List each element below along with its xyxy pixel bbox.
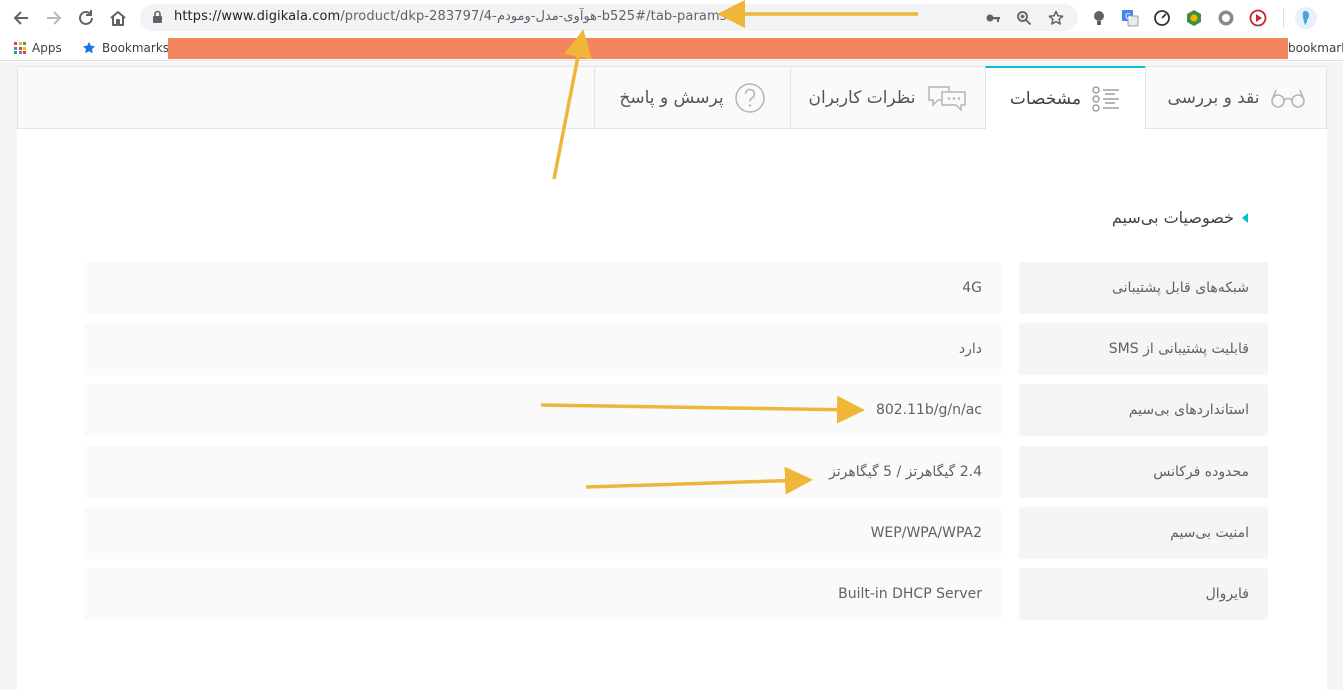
spec-value: 4G: [84, 262, 1001, 314]
bookmark-bookmarks[interactable]: Bookmarks: [82, 41, 169, 55]
tab-review-label: نقد و بررسی: [1167, 88, 1260, 108]
tab-comments[interactable]: نظرات کاربران: [790, 67, 985, 129]
section-marker-icon: [1242, 212, 1248, 223]
spec-row: فایروال Built-in DHCP Server: [84, 568, 1268, 620]
spec-label: فایروال: [1019, 568, 1268, 620]
section-title-text: خصوصیات بی‌سیم: [1111, 208, 1234, 227]
extension-globe-icon[interactable]: [1185, 9, 1203, 27]
spec-row: شبکه‌های قابل پشتیبانی 4G: [84, 262, 1268, 314]
svg-text:G: G: [1125, 12, 1131, 21]
question-icon: [734, 83, 765, 113]
lock-icon: [153, 10, 162, 23]
extension-translate-icon[interactable]: G: [1121, 9, 1139, 27]
extension-play-icon[interactable]: [1249, 9, 1267, 27]
bookmark-apps-label: Apps: [32, 41, 62, 55]
profile-avatar[interactable]: [1295, 7, 1317, 29]
spec-label: شبکه‌های قابل پشتیبانی: [1019, 262, 1268, 314]
spec-row: استانداردهای بی‌سیم 802.11b/g/n/ac: [84, 384, 1268, 436]
back-button[interactable]: [10, 7, 32, 29]
tab-questions-label: پرسش و پاسخ: [619, 88, 724, 108]
browser-toolbar: https://www.digikala.com/product/dkp-283…: [0, 0, 1343, 36]
spec-row: محدوده فرکانس 2.4 گیگاهرتز / 5 گیگاهرتز: [84, 446, 1268, 498]
bookmark-apps[interactable]: Apps: [14, 41, 62, 55]
bookmark-bookmarks-label: Bookmarks: [102, 41, 170, 55]
extension-gauge-icon[interactable]: [1153, 9, 1171, 27]
tab-review[interactable]: نقد و بررسی: [1145, 67, 1327, 129]
spec-value: دارد: [84, 323, 1001, 375]
reload-button[interactable]: [75, 7, 97, 29]
extension-circle-icon[interactable]: [1217, 9, 1235, 27]
glasses-icon: [1270, 89, 1305, 108]
star-icon[interactable]: [1048, 10, 1064, 26]
spec-row: امنیت بی‌سیم WEP/WPA/WPA2: [84, 507, 1268, 559]
spec-value: 802.11b/g/n/ac: [84, 384, 1001, 436]
key-icon[interactable]: [985, 10, 1001, 26]
apps-icon: [14, 42, 26, 54]
other-bookmarks-label: bookmarks: [1288, 41, 1343, 55]
spec-value: WEP/WPA/WPA2: [84, 507, 1001, 559]
forward-icon: [47, 11, 62, 25]
url-host: https://www.digikala.com: [174, 9, 341, 24]
spec-label: قابلیت پشتیبانی از SMS: [1019, 323, 1268, 375]
bookmarks-bar: Apps Bookmarks bookmarks: [0, 36, 1343, 61]
home-icon: [110, 11, 126, 26]
browser-window: https://www.digikala.com/product/dkp-283…: [0, 0, 1343, 690]
checklist-icon: [1092, 85, 1120, 112]
toolbar-divider: [1283, 8, 1284, 28]
extension-bulb-icon[interactable]: [1090, 9, 1108, 27]
reload-icon: [79, 10, 93, 25]
product-tabs: نقد و بررسی مشخصات نظرات کاربران پرسش و …: [17, 66, 1327, 129]
redacted-bookmarks: [168, 38, 1288, 59]
url-text: https://www.digikala.com/product/dkp-283…: [174, 9, 727, 24]
tab-comments-label: نظرات کاربران: [808, 88, 916, 108]
section-title: خصوصیات بی‌سیم: [1112, 208, 1248, 227]
spec-value: Built-in DHCP Server: [84, 568, 1001, 620]
url-path: /product/dkp-283797/4-هوآوی-مدل-ومودم-b5…: [340, 9, 727, 24]
tab-specs-label: مشخصات: [1009, 88, 1082, 109]
spec-label: محدوده فرکانس: [1019, 446, 1268, 498]
comments-icon: [927, 86, 966, 112]
spec-label: استانداردهای بی‌سیم: [1019, 384, 1268, 436]
address-bar[interactable]: https://www.digikala.com/product/dkp-283…: [140, 4, 1078, 31]
forward-button[interactable]: [43, 7, 65, 29]
zoom-icon[interactable]: [1016, 10, 1032, 26]
tab-questions[interactable]: پرسش و پاسخ: [594, 67, 790, 129]
tab-specs[interactable]: مشخصات: [985, 66, 1145, 129]
other-bookmarks[interactable]: bookmarks: [1288, 41, 1343, 55]
spec-value: 2.4 گیگاهرتز / 5 گیگاهرتز: [84, 446, 1001, 498]
spec-label: امنیت بی‌سیم: [1019, 507, 1268, 559]
home-button[interactable]: [107, 7, 129, 29]
spec-row: قابلیت پشتیبانی از SMS دارد: [84, 323, 1268, 375]
bookmark-star-icon: [82, 41, 96, 54]
back-icon: [13, 11, 28, 25]
